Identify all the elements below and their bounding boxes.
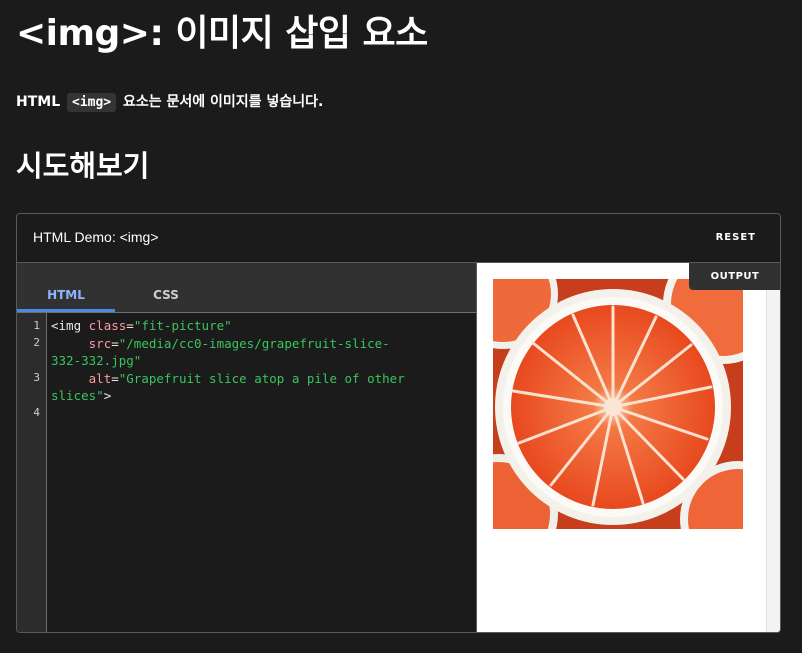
tab-css[interactable]: CSS xyxy=(117,263,215,312)
code-line-wrap: slices"> xyxy=(51,387,471,405)
intro-img-code[interactable]: <img> xyxy=(67,93,117,112)
line-number: 1 xyxy=(33,319,40,332)
line-number-gutter: 1 2 3 4 xyxy=(17,313,47,632)
code-string: 332-332.jpg" xyxy=(51,353,142,368)
code-eq: = xyxy=(111,370,119,386)
output-panel: OUTPUT xyxy=(476,263,780,632)
code-tag: <img xyxy=(51,318,89,333)
demo-header: HTML Demo: <img> RESET xyxy=(17,214,780,263)
code-attr: src xyxy=(88,335,112,351)
page-title: <img>: 이미지 삽입 요소 xyxy=(16,13,428,54)
demo-title: HTML Demo: <img> xyxy=(33,229,159,245)
output-scrollbar[interactable] xyxy=(766,290,780,632)
tab-html[interactable]: HTML xyxy=(17,263,115,312)
code-attr: class xyxy=(88,318,127,333)
reset-button[interactable]: RESET xyxy=(716,232,756,243)
code-line: alt="Grapefruit slice atop a pile of oth… xyxy=(51,370,471,388)
line-number: 4 xyxy=(33,406,40,419)
code-line: <img class="fit-picture" xyxy=(51,317,471,335)
interactive-demo: HTML Demo: <img> RESET HTML CSS 1 2 3 4 … xyxy=(16,213,781,633)
line-number: 3 xyxy=(33,371,40,384)
code-line: src="/media/cc0-images/grapefruit-slice- xyxy=(51,335,471,353)
code-string: "fit-picture" xyxy=(133,318,232,333)
output-label: OUTPUT xyxy=(689,263,780,290)
code-eq: = xyxy=(126,318,134,333)
intro-html-text: HTML xyxy=(16,94,61,110)
intro-paragraph: HTML <img> 요소는 문서에 이미지를 넣습니다. xyxy=(16,90,323,115)
code-string: "Grapefruit slice atop a pile of other xyxy=(118,370,405,386)
intro-description: 요소는 문서에 이미지를 넣습니다. xyxy=(123,94,324,110)
line-number: 2 xyxy=(33,336,40,349)
code-attr: alt xyxy=(88,370,112,386)
code-area[interactable]: <img class="fit-picture" src="/media/cc0… xyxy=(51,317,471,422)
code-string: slices" xyxy=(51,388,104,403)
editor-tabs: HTML CSS xyxy=(17,263,476,313)
code-string: "/media/cc0-images/grapefruit-slice- xyxy=(118,335,390,351)
code-editor: HTML CSS 1 2 3 4 <img class="fit-picture… xyxy=(17,263,476,632)
code-eq: = xyxy=(111,335,119,351)
section-heading: 시도해보기 xyxy=(16,149,150,183)
code-line-wrap: 332-332.jpg" xyxy=(51,352,471,370)
code-tag-close: > xyxy=(103,388,112,403)
grapefruit-image xyxy=(493,279,743,529)
